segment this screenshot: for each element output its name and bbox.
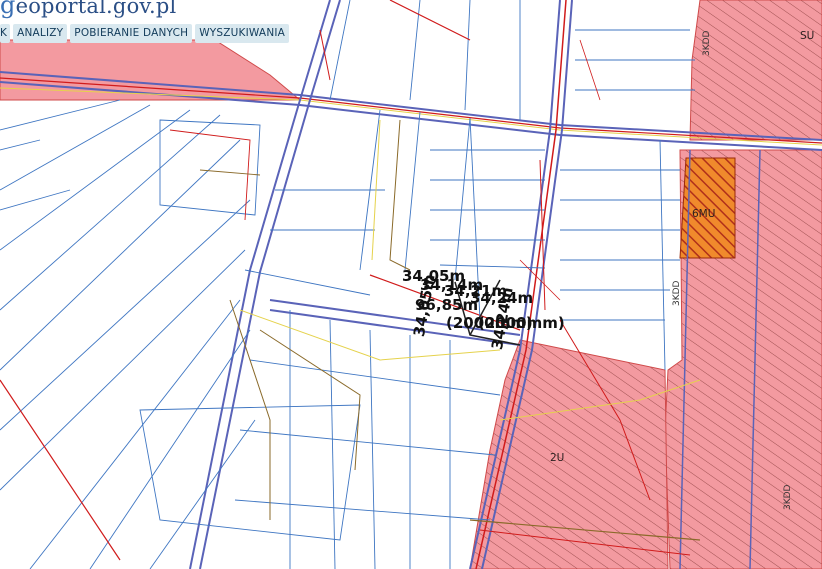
top-menu: K ANALIZY POBIERANIE DANYCH WYSZUKIWANIA [0,24,290,43]
menu-item-pobieranie-danych[interactable]: POBIERANIE DANYCH [70,24,193,43]
menu-item-analizy[interactable]: ANALIZY [13,24,68,43]
zone-label-2u: 2U [550,452,565,464]
zone-label-su: SU [800,30,815,42]
geoportal-logo[interactable]: geoportal.gov.pl [0,0,177,19]
logo-g-glyph: g [0,0,16,19]
zone-top-right [689,0,822,141]
zone-label-6mu: 6MU [692,208,716,220]
road-label-top: 3KDD [702,30,712,57]
road-label-mid: 3KDD [672,280,682,307]
menu-item-tools[interactable]: K [0,24,11,43]
logo-text: eoportal.gov.pl [15,0,177,18]
menu-item-wyszukiwania[interactable]: WYSZUKIWANIA [195,24,290,43]
road-label-lower: 3KDD [783,484,793,511]
